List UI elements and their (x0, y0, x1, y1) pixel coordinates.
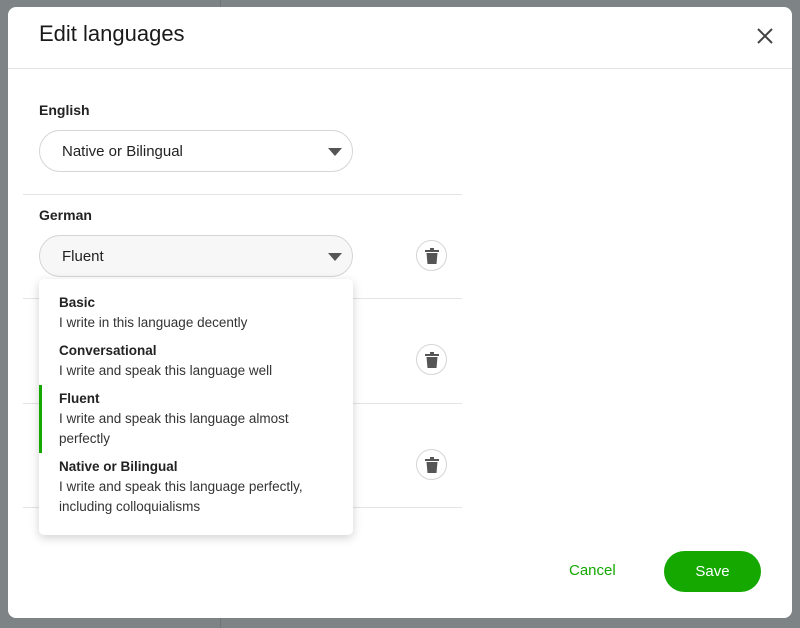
option-description: I write and speak this language well (59, 363, 273, 378)
dialog-title: Edit languages (39, 21, 185, 46)
option-description: I write and speak this language perfectl… (59, 479, 303, 514)
divider (23, 194, 462, 195)
option-native-or-bilingual[interactable]: Native or Bilingual I write and speak thi… (39, 455, 353, 523)
proficiency-dropdown: Basic I write in this language decently C… (39, 279, 353, 535)
edit-languages-dialog: Edit languages English Native or Bilingu… (8, 7, 792, 618)
option-basic[interactable]: Basic I write in this language decently (39, 291, 353, 339)
cancel-button[interactable]: Cancel (569, 562, 616, 579)
option-conversational[interactable]: Conversational I write and speak this lan… (39, 339, 353, 387)
caret-down-icon (328, 253, 342, 261)
trash-icon (425, 352, 439, 368)
trash-icon (425, 248, 439, 264)
select-value: Native or Bilingual (62, 143, 183, 160)
save-button[interactable]: Save (664, 551, 761, 592)
option-description: I write and speak this language almost p… (59, 411, 289, 446)
header-divider (8, 68, 792, 69)
delete-language-button[interactable] (416, 240, 447, 271)
delete-language-button[interactable] (416, 344, 447, 375)
option-fluent[interactable]: Fluent I write and speak this language al… (39, 385, 353, 455)
trash-icon (425, 457, 439, 473)
proficiency-select-german[interactable]: Fluent (39, 235, 353, 277)
language-label-german: German (39, 207, 92, 223)
option-name: Basic (59, 295, 96, 310)
option-name: Fluent (59, 391, 100, 406)
option-name: Native or Bilingual (59, 459, 178, 474)
close-icon[interactable] (753, 24, 777, 48)
caret-down-icon (328, 148, 342, 156)
option-description: I write in this language decently (59, 315, 248, 330)
language-label-english: English (39, 102, 90, 118)
option-name: Conversational (59, 343, 157, 358)
proficiency-select-english[interactable]: Native or Bilingual (39, 130, 353, 172)
select-value: Fluent (62, 248, 104, 265)
delete-language-button[interactable] (416, 449, 447, 480)
